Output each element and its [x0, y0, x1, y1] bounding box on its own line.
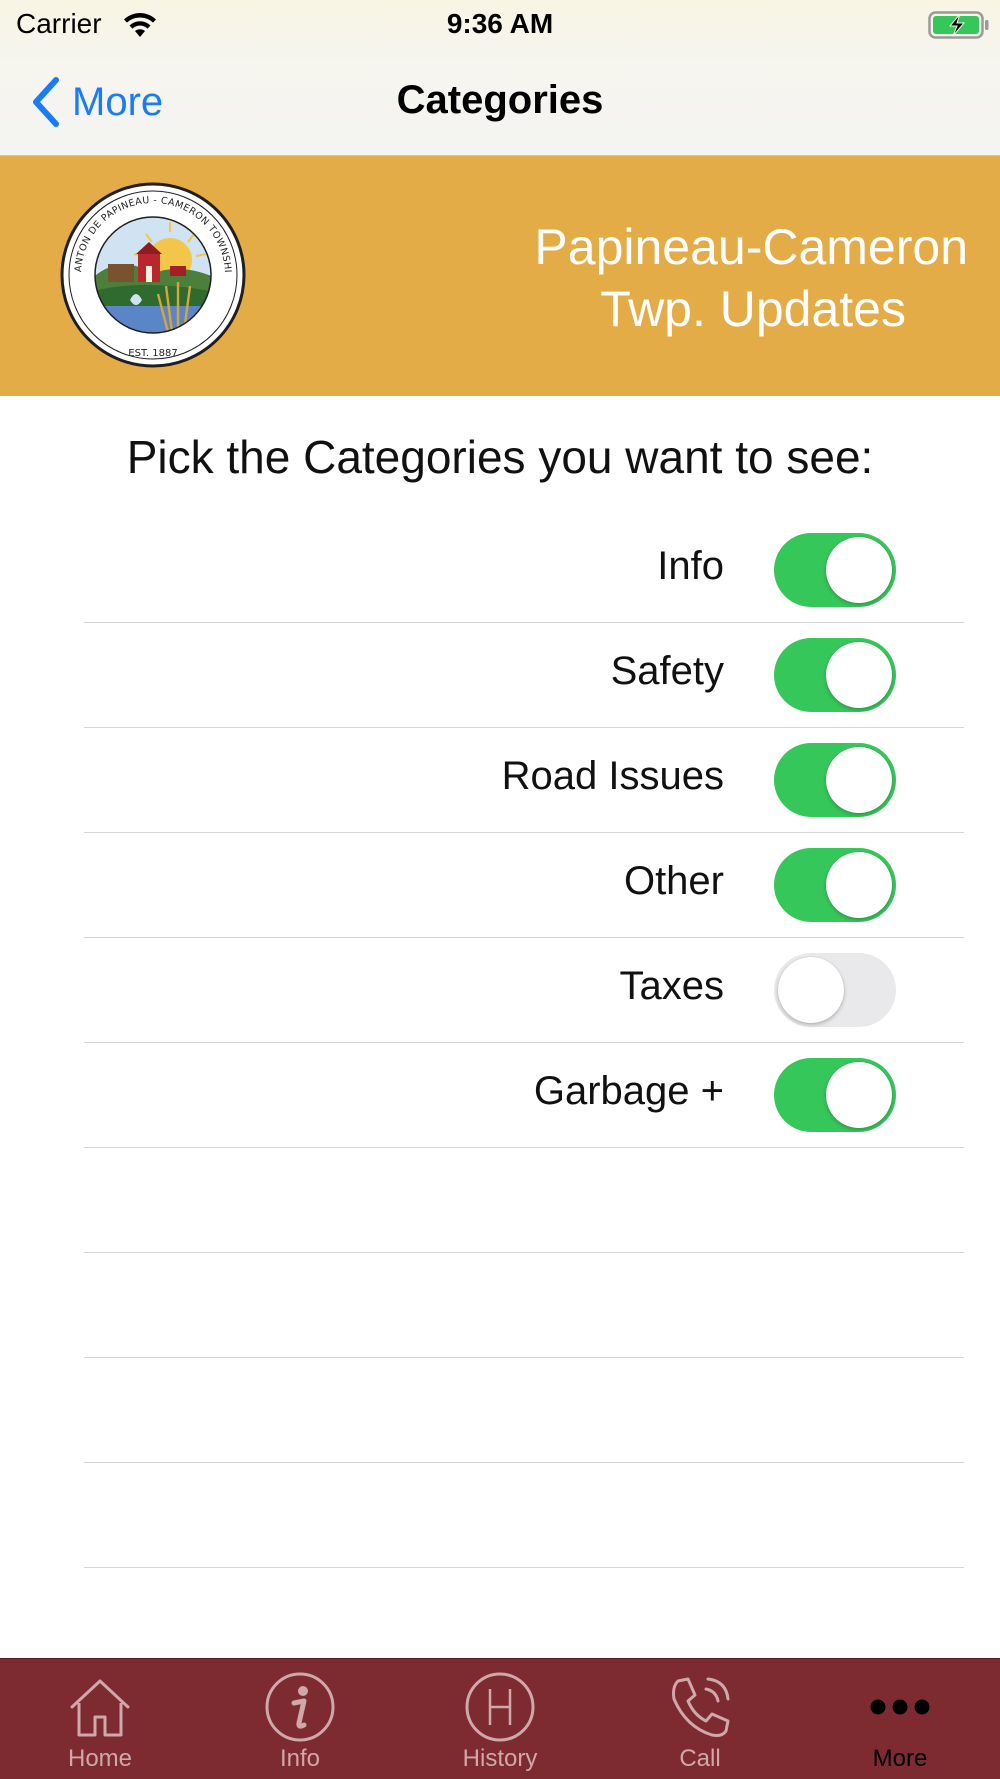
township-seal-logo: CANTON DE PAPINEAU - CAMERON TOWNSHIP ES… — [60, 182, 246, 368]
category-toggle[interactable] — [774, 1058, 896, 1132]
home-icon — [70, 1679, 130, 1737]
info-icon — [265, 1672, 335, 1742]
tab-label: More — [872, 1745, 928, 1772]
category-toggle[interactable] — [774, 533, 896, 607]
page-title: Categories — [396, 78, 604, 122]
category-label: Road Issues — [501, 754, 724, 798]
category-row: Info — [84, 518, 964, 623]
category-label: Info — [657, 544, 724, 588]
category-row: Road Issues — [84, 728, 964, 833]
category-row: Taxes — [84, 938, 964, 1043]
empty-row — [84, 1148, 964, 1253]
tab-home[interactable]: Home — [0, 1659, 200, 1779]
tab-history[interactable]: History — [400, 1659, 600, 1779]
empty-row — [84, 1463, 964, 1568]
category-label: Garbage + — [533, 1069, 724, 1113]
toggle-knob — [826, 852, 892, 918]
category-row: Other — [84, 833, 964, 938]
status-time: 9:36 AM — [446, 8, 554, 39]
banner-title-line-2: Twp. Updates — [600, 281, 906, 337]
toggle-knob — [778, 957, 844, 1023]
svg-text:EST. 1887: EST. 1887 — [128, 348, 177, 359]
category-row: Garbage + — [84, 1043, 964, 1148]
toggle-knob — [826, 537, 892, 603]
categories-prompt: Pick the Categories you want to see: — [126, 431, 874, 483]
category-toggle[interactable] — [774, 953, 896, 1027]
tab-more[interactable]: More — [800, 1659, 1000, 1779]
tab-info[interactable]: Info — [200, 1659, 400, 1779]
category-toggle[interactable] — [774, 638, 896, 712]
tab-call[interactable]: Call — [600, 1659, 800, 1779]
more-icon — [870, 1699, 930, 1715]
toggle-knob — [826, 747, 892, 813]
empty-row — [84, 1253, 964, 1358]
navigation-bar: Carrier 9:36 AM More Categories — [0, 0, 1000, 156]
banner-title: Papineau-Cameron Twp. Updates — [408, 216, 968, 340]
phone-icon — [672, 1677, 730, 1737]
banner-title-line-1: Papineau-Cameron — [534, 219, 968, 275]
tab-label: History — [462, 1745, 538, 1772]
history-icon — [465, 1672, 535, 1742]
category-toggle[interactable] — [774, 743, 896, 817]
category-row: Safety — [84, 623, 964, 728]
category-label: Other — [623, 859, 724, 903]
category-toggle[interactable] — [774, 848, 896, 922]
battery-charging-icon — [928, 11, 989, 39]
toggle-knob — [826, 1062, 892, 1128]
category-list: Info Safety Road Issues Other Taxes Garb… — [84, 518, 964, 1568]
tab-label: Info — [279, 1745, 321, 1772]
township-banner: CANTON DE PAPINEAU - CAMERON TOWNSHIP ES… — [0, 156, 1000, 396]
category-label: Taxes — [619, 964, 725, 1008]
category-label: Safety — [610, 649, 724, 693]
toggle-knob — [826, 642, 892, 708]
tab-bar: Home Info History Call More — [0, 1658, 1000, 1779]
tab-label: Call — [679, 1745, 721, 1772]
tab-label: Home — [67, 1745, 133, 1772]
empty-row — [84, 1358, 964, 1463]
